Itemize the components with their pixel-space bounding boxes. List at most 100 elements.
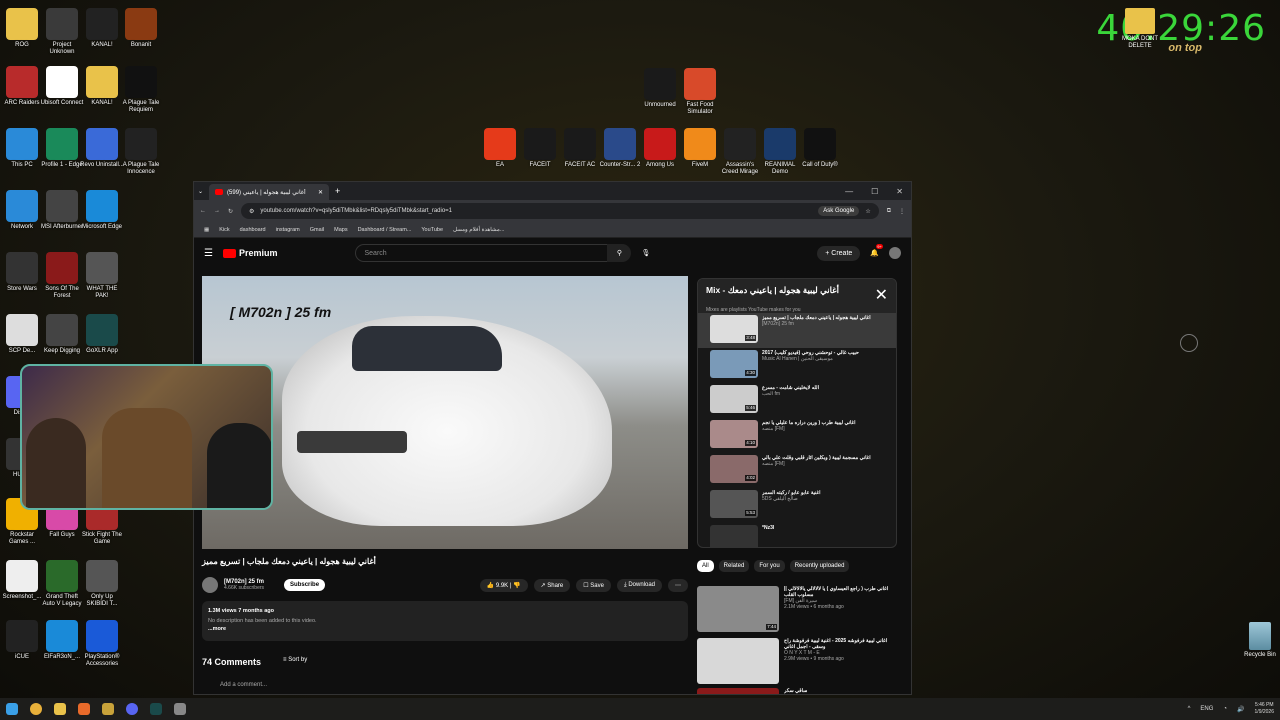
- mix-item[interactable]: 4:30 حبيب غالي - توحشني روحي (فيديو كليب)…: [698, 348, 896, 383]
- sort-by-button[interactable]: ≡ Sort by: [283, 657, 307, 667]
- desktop-icon[interactable]: WHAT THE PAK!: [80, 252, 124, 300]
- folder-taskbar-icon[interactable]: [102, 703, 114, 715]
- filter-chip[interactable]: Related: [718, 560, 750, 572]
- account-avatar[interactable]: [889, 247, 901, 259]
- bookmark-item[interactable]: dashboard: [240, 227, 266, 233]
- desktop-icon[interactable]: Network: [0, 190, 44, 231]
- mix-item[interactable]: 5:46 الله لايخليني شامت - مسرع الحب fm: [698, 383, 896, 418]
- apps-grid-icon[interactable]: ▦: [204, 227, 209, 233]
- desktop-icon[interactable]: Assassin's Creed Mirage: [718, 128, 762, 176]
- network-icon[interactable]: ◔: [1223, 706, 1227, 712]
- add-comment-input[interactable]: Add a comment...: [220, 682, 267, 688]
- bookmark-item[interactable]: مشاهدة أفلام ومسل...: [453, 227, 504, 233]
- create-button[interactable]: + Create: [817, 245, 861, 261]
- description-box[interactable]: 1.3M views 7 months ago No description h…: [202, 601, 688, 641]
- desktop-icon[interactable]: SCP De...: [0, 314, 44, 355]
- desktop-icon[interactable]: FACEIT: [518, 128, 562, 169]
- back-icon[interactable]: ←: [200, 208, 206, 214]
- video-player[interactable]: [ M702n ] 25 fm: [202, 276, 688, 549]
- close-tab-icon[interactable]: ✕: [318, 189, 323, 196]
- search-button[interactable]: ⚲: [607, 244, 632, 262]
- desktop-icon[interactable]: REANIMAL Demo: [758, 128, 802, 176]
- bookmark-item[interactable]: Maps: [334, 227, 347, 233]
- desktop-icon[interactable]: Sons Of The Forest: [40, 252, 84, 300]
- more-actions-button[interactable]: ⋯: [668, 578, 688, 592]
- date-time[interactable]: 5:46 PM 1/9/2026: [1255, 702, 1274, 716]
- desktop-icon[interactable]: Among Us: [638, 128, 682, 169]
- site-info-icon[interactable]: ⚙: [249, 208, 254, 215]
- show-more-link[interactable]: ...more: [208, 626, 682, 632]
- new-tab-button[interactable]: +: [335, 186, 340, 196]
- channel-avatar[interactable]: [202, 577, 218, 593]
- bookmark-item[interactable]: Dashboard / Stream...: [358, 227, 412, 233]
- app-taskbar-icon[interactable]: [78, 703, 90, 715]
- desktop-icon[interactable]: A Plague Tale Innocence: [119, 128, 163, 176]
- desktop-icon[interactable]: Grand Theft Auto V Legacy: [40, 560, 84, 608]
- bookmark-item[interactable]: instagram: [276, 227, 300, 233]
- volume-icon[interactable]: 🔊: [1237, 706, 1244, 713]
- recommended-video[interactable]: 7:44 اغاني طرب ( راجع العيساوي ) يا لالال…: [697, 586, 897, 632]
- desktop-icon[interactable]: Call of Duty®: [798, 128, 842, 169]
- desktop-icon[interactable]: FACEIT AC: [558, 128, 602, 169]
- recycle-bin[interactable]: Recycle Bin: [1240, 622, 1280, 658]
- desktop-icon[interactable]: ARC Raiders: [0, 66, 44, 107]
- desktop-icon[interactable]: MSI Afterburner: [40, 190, 84, 231]
- filter-chip[interactable]: All: [697, 560, 714, 572]
- file-explorer-icon[interactable]: [54, 703, 66, 715]
- bookmark-item[interactable]: Gmail: [310, 227, 324, 233]
- close-mix-icon[interactable]: ✕: [875, 285, 888, 305]
- reload-icon[interactable]: ↻: [228, 208, 233, 215]
- share-button[interactable]: ↗ Share: [533, 578, 571, 592]
- voice-search-icon[interactable]: 🎙: [641, 249, 650, 257]
- search-input[interactable]: Search: [355, 244, 626, 262]
- recommended-video[interactable]: ساقي سكر: [697, 688, 897, 694]
- ask-google-button[interactable]: Ask Google: [818, 206, 860, 216]
- windows-start-icon[interactable]: [6, 703, 18, 715]
- desktop-icon[interactable]: Fast Food Simulator: [678, 68, 722, 116]
- filter-chip[interactable]: Recently uploaded: [789, 560, 850, 572]
- mix-item[interactable]: 4:10 اغاني ليبية طرب ( ورين دراره ما عليل…: [698, 418, 896, 453]
- mix-item[interactable]: 3:48 أغاني ليبية هجوله | ياعيني دمعك ملجا…: [698, 313, 896, 348]
- desktop-icon[interactable]: Store Wars: [0, 252, 44, 293]
- desktop-icon[interactable]: Keep Digging: [40, 314, 84, 355]
- bookmark-item[interactable]: Kick: [219, 227, 229, 233]
- language-indicator[interactable]: ENG: [1200, 706, 1213, 712]
- desktop-icon[interactable]: iCUE: [0, 620, 44, 661]
- desktop-icon[interactable]: Microsoft Edge: [80, 190, 124, 231]
- desktop-icon[interactable]: This PC: [0, 128, 44, 169]
- mix-item[interactable]: 5:53 اغنية عابو عابو / ركبته السمر 5DS صال…: [698, 488, 896, 523]
- desktop-icon[interactable]: Bonanit: [119, 8, 163, 49]
- mix-item[interactable]: 4:02 اغاني مسجمة ليبية ( وبكلين اثار قلبي…: [698, 453, 896, 488]
- tray-chevron-icon[interactable]: ^: [1188, 706, 1191, 712]
- chrome-taskbar-icon[interactable]: [30, 703, 42, 715]
- hamburger-menu-icon[interactable]: ☰: [204, 248, 213, 259]
- desktop-icon[interactable]: Revo Uninstall...: [80, 128, 124, 169]
- youtube-logo[interactable]: Premium: [222, 248, 277, 258]
- menu-dots-icon[interactable]: ⋮: [899, 208, 905, 215]
- desktop-icon[interactable]: GoXLR App: [80, 314, 124, 355]
- desktop-icon[interactable]: KANAL!: [80, 8, 124, 49]
- recommended-video[interactable]: اغاني ليبية فرفوشه 2025 - اغنية ليبية فر…: [697, 638, 897, 684]
- url-field[interactable]: ⚙ youtube.com/watch?v=qsly5diTMbk&list=R…: [241, 203, 879, 219]
- desktop-icon[interactable]: FiveM: [678, 128, 722, 169]
- forward-icon[interactable]: →: [214, 208, 220, 214]
- mix-item[interactable]: Nz3l*: [698, 523, 896, 547]
- subscribe-button[interactable]: Subscribe: [284, 579, 326, 591]
- minimize-button[interactable]: —: [845, 187, 853, 196]
- filter-chip[interactable]: For you: [754, 560, 785, 572]
- extensions-icon[interactable]: ⧉: [887, 208, 891, 215]
- like-button[interactable]: 👍 9.9K | 👎: [479, 578, 528, 592]
- desktop-icon[interactable]: Project Unknown: [40, 8, 84, 56]
- desktop-icon[interactable]: EA: [478, 128, 522, 169]
- browser-tab[interactable]: (599) أغاني ليبية هجوله | ياعيني ✕: [209, 184, 330, 200]
- discord-taskbar-icon[interactable]: [126, 703, 138, 715]
- bookmark-star-icon[interactable]: ☆: [865, 208, 870, 215]
- tab-list-icon[interactable]: ⌄: [198, 188, 203, 195]
- save-button[interactable]: ☐ Save: [576, 578, 611, 592]
- desktop-icon[interactable]: Screenshot_...: [0, 560, 44, 601]
- desktop-icon[interactable]: Only Up SKIBIDI T...: [80, 560, 124, 608]
- desktop-icon[interactable]: ElFaR3oN_...: [40, 620, 84, 661]
- download-button[interactable]: ⤓ Download: [616, 578, 662, 592]
- settings-taskbar-icon[interactable]: [174, 703, 186, 715]
- desktop-icon[interactable]: Counter-Str... 2: [598, 128, 642, 169]
